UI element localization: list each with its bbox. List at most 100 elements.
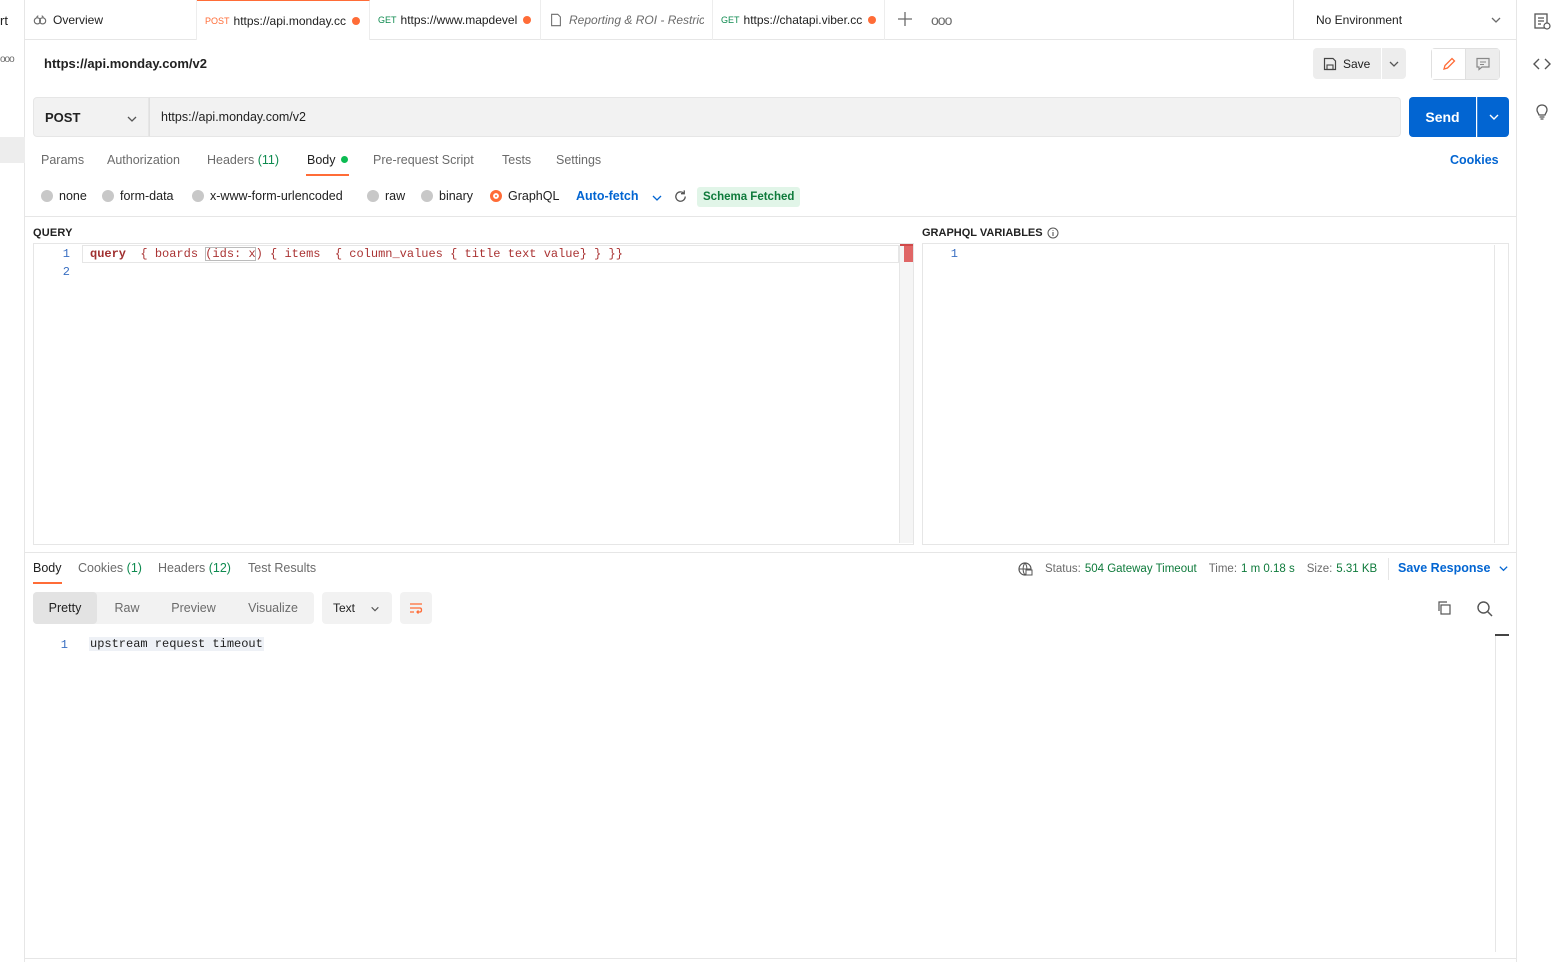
sidebar-selected-item[interactable]: [0, 137, 25, 163]
time-value[interactable]: 1 m 0.18 s: [1241, 563, 1295, 575]
headers-count: (12): [208, 561, 231, 575]
tab-post-monday[interactable]: POST https://api.monday.cc: [197, 0, 370, 40]
variables-scrollbar[interactable]: [1494, 245, 1508, 543]
code-segment: { boards: [126, 247, 206, 261]
response-tab-label: Body: [33, 561, 62, 575]
format-visualize[interactable]: Visualize: [233, 592, 313, 624]
unsaved-dot-icon: [523, 16, 532, 24]
left-sidebar-strip: rt ooo: [0, 0, 25, 962]
tab-reporting[interactable]: Reporting & ROI - Restrict: [541, 0, 713, 40]
variables-editor[interactable]: [922, 243, 1509, 545]
lightbulb-icon[interactable]: [1532, 102, 1552, 122]
tab-label: https://api.monday.cc: [233, 13, 347, 28]
response-type-select[interactable]: Text: [322, 592, 392, 624]
divider: [25, 552, 1516, 553]
save-options-button[interactable]: [1382, 48, 1406, 79]
globe-icon[interactable]: [1017, 561, 1033, 577]
size-value[interactable]: 5.31 KB: [1336, 563, 1377, 575]
radio-urlencoded[interactable]: x-www-form-urlencoded: [192, 189, 343, 203]
line-number: 1: [62, 247, 70, 261]
response-format-group: Pretty Raw Preview Visualize: [33, 592, 314, 624]
radio-binary[interactable]: binary: [421, 189, 473, 203]
status-value[interactable]: 504 Gateway Timeout: [1085, 563, 1197, 575]
cookies-link[interactable]: Cookies: [1450, 153, 1499, 167]
format-raw[interactable]: Raw: [99, 592, 155, 624]
search-icon[interactable]: [1476, 600, 1494, 618]
tab-headers-label: Headers: [207, 153, 255, 167]
radio-none[interactable]: none: [41, 189, 87, 203]
radio-label: binary: [439, 189, 474, 203]
response-tab-cookies[interactable]: Cookies (1): [78, 561, 142, 575]
tab-tests-label: Tests: [502, 153, 532, 167]
divider: [25, 958, 1516, 959]
radio-graphql[interactable]: GraphQL: [490, 189, 559, 203]
new-tab-plus-icon[interactable]: [895, 10, 915, 30]
tab-get-viber[interactable]: GET https://chatapi.viber.cc: [713, 0, 885, 40]
radio-raw[interactable]: raw: [367, 189, 405, 203]
variables-section-label: GRAPHQL VARIABLES: [922, 227, 1059, 239]
response-tab-test-results[interactable]: Test Results: [248, 561, 316, 575]
response-tab-body[interactable]: Body: [33, 561, 62, 575]
unsaved-dot-icon: [868, 16, 876, 24]
response-scrollbar[interactable]: [1495, 634, 1509, 952]
radio-label: none: [59, 189, 87, 203]
query-scrollbar[interactable]: [899, 245, 913, 543]
tab-headers[interactable]: Headers (11): [207, 153, 279, 167]
tab-body[interactable]: Body: [307, 153, 348, 167]
info-icon[interactable]: [1047, 227, 1059, 239]
query-editor[interactable]: [33, 243, 914, 545]
save-button[interactable]: Save: [1313, 48, 1381, 79]
send-options-button[interactable]: [1477, 97, 1509, 137]
status-label: Status:: [1045, 563, 1081, 575]
tab-get-mapdevel[interactable]: GET https://www.mapdevel: [370, 0, 541, 40]
tab-authorization[interactable]: Authorization: [107, 153, 180, 167]
save-response-button[interactable]: Save Response: [1398, 561, 1509, 575]
edit-mode-button[interactable]: [1432, 49, 1466, 79]
chevron-down-icon: [1499, 565, 1509, 571]
tab-params[interactable]: Params: [41, 153, 84, 167]
line-number: 1: [60, 638, 68, 652]
save-label: Save: [1343, 56, 1371, 71]
divider: [25, 216, 1516, 217]
format-preview[interactable]: Preview: [158, 592, 229, 624]
sidebar-more-icon[interactable]: ooo: [0, 54, 15, 65]
code-snippet-icon[interactable]: [1532, 54, 1552, 74]
comments-mode-button[interactable]: [1466, 49, 1499, 79]
wrap-lines-button[interactable]: [400, 592, 432, 624]
tab-settings[interactable]: Settings: [556, 153, 601, 167]
tab-label: Reporting & ROI - Restrict: [569, 13, 704, 27]
url-input[interactable]: https://api.monday.com/v2: [149, 97, 1401, 137]
query-code-line[interactable]: query { boards (ids: x) { items { column…: [90, 247, 623, 261]
environment-select[interactable]: No Environment: [1293, 0, 1516, 40]
copy-icon[interactable]: [1436, 600, 1452, 616]
response-scrollbar-thumb[interactable]: [1495, 634, 1509, 636]
tab-settings-label: Settings: [556, 153, 602, 167]
tab-label: Overview: [53, 13, 104, 27]
wrap-lines-icon: [410, 603, 423, 614]
format-pretty[interactable]: Pretty: [33, 592, 97, 624]
auto-fetch-toggle[interactable]: Auto-fetch: [576, 189, 639, 203]
radio-label: x-www-form-urlencoded: [210, 189, 343, 203]
radio-form-data[interactable]: form-data: [102, 189, 174, 203]
chevron-down-icon[interactable]: [651, 192, 663, 204]
tab-overview[interactable]: Overview: [25, 0, 197, 40]
tab-pre-request-script[interactable]: Pre-request Script: [373, 153, 474, 167]
response-body-text[interactable]: upstream request timeout: [89, 637, 264, 651]
view-mode-toggle: [1431, 48, 1500, 80]
refresh-icon[interactable]: [673, 189, 688, 204]
response-tab-label: Test Results: [248, 561, 317, 575]
request-title[interactable]: https://api.monday.com/v2: [44, 56, 207, 71]
response-tab-headers[interactable]: Headers (12): [158, 561, 231, 575]
tab-method: GET: [378, 15, 397, 25]
code-segment: ) { items { column_values { title text v…: [255, 247, 623, 261]
variables-label-text: GRAPHQL VARIABLES: [922, 227, 1043, 239]
environment-quicklook-icon[interactable]: [1532, 11, 1552, 31]
radio-circle: [421, 190, 433, 202]
send-button[interactable]: Send: [1409, 97, 1476, 137]
tab-more-icon[interactable]: ooo: [931, 10, 952, 30]
method-select[interactable]: POST: [33, 97, 149, 137]
tab-tests[interactable]: Tests: [502, 153, 531, 167]
tab-label: https://www.mapdevel: [400, 13, 518, 27]
response-type-label: Text: [333, 601, 356, 615]
divider: [1388, 558, 1389, 580]
